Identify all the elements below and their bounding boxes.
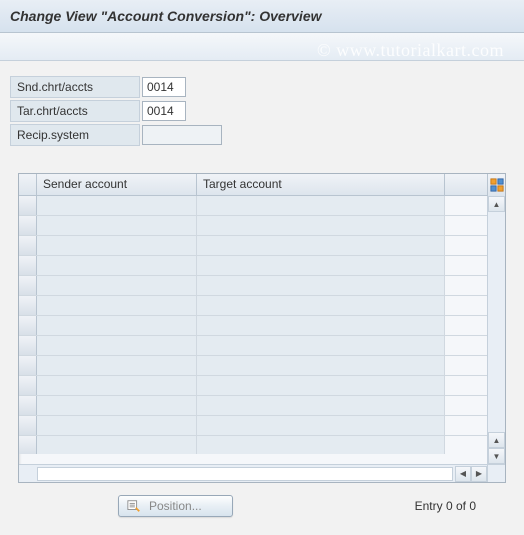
row-selector[interactable]: [19, 296, 37, 315]
scroll-up-button[interactable]: ▲: [488, 196, 505, 212]
cell-target[interactable]: [197, 216, 445, 235]
cell-target[interactable]: [197, 276, 445, 295]
horizontal-scrollbar[interactable]: ◀ ▶: [19, 464, 487, 482]
cell-sender[interactable]: [37, 396, 197, 415]
cell-sender[interactable]: [37, 276, 197, 295]
snd-chrt-input[interactable]: [142, 77, 186, 97]
table-config-button[interactable]: [487, 174, 505, 196]
position-button-label: Position...: [149, 499, 202, 513]
cell-target[interactable]: [197, 296, 445, 315]
cell-sender[interactable]: [37, 376, 197, 395]
cell-target[interactable]: [197, 376, 445, 395]
row-selector[interactable]: [19, 216, 37, 235]
cell-sender[interactable]: [37, 436, 197, 454]
toolbar-strip: [0, 33, 524, 61]
form-row-tar: Tar.chrt/accts: [10, 100, 514, 122]
col-header-sender[interactable]: Sender account: [37, 174, 197, 195]
cell-target[interactable]: [197, 256, 445, 275]
recip-system-label: Recip.system: [10, 124, 140, 146]
row-selector[interactable]: [19, 416, 37, 435]
cell-target[interactable]: [197, 436, 445, 454]
cell-target[interactable]: [197, 416, 445, 435]
row-selector-header[interactable]: [19, 174, 37, 195]
cell-sender[interactable]: [37, 216, 197, 235]
form-area: Snd.chrt/accts Tar.chrt/accts Recip.syst…: [0, 61, 524, 163]
table-row: [19, 316, 505, 336]
row-selector[interactable]: [19, 236, 37, 255]
position-button[interactable]: Position...: [118, 495, 233, 517]
hscroll-track[interactable]: [37, 467, 453, 481]
table-row: [19, 436, 505, 454]
position-icon: [127, 499, 141, 513]
row-selector[interactable]: [19, 276, 37, 295]
table-config-icon: [490, 178, 504, 192]
table-row: [19, 416, 505, 436]
scroll-right-button[interactable]: ▶: [471, 466, 487, 482]
scroll-left-button[interactable]: ◀: [455, 466, 471, 482]
cell-sender[interactable]: [37, 336, 197, 355]
table-row: [19, 256, 505, 276]
table-row: [19, 216, 505, 236]
tar-chrt-label: Tar.chrt/accts: [10, 100, 140, 122]
recip-system-input[interactable]: [142, 125, 222, 145]
scroll-corner: [487, 464, 505, 482]
cell-target[interactable]: [197, 316, 445, 335]
window-title: Change View "Account Conversion": Overvi…: [0, 0, 524, 33]
table-header-row: Sender account Target account: [19, 174, 505, 196]
col-header-target[interactable]: Target account: [197, 174, 445, 195]
table-row: [19, 276, 505, 296]
row-selector[interactable]: [19, 256, 37, 275]
cell-sender[interactable]: [37, 416, 197, 435]
tar-chrt-input[interactable]: [142, 101, 186, 121]
row-selector[interactable]: [19, 376, 37, 395]
cell-target[interactable]: [197, 196, 445, 215]
row-selector[interactable]: [19, 336, 37, 355]
cell-sender[interactable]: [37, 296, 197, 315]
table-row: [19, 296, 505, 316]
table-body: [19, 196, 505, 454]
row-selector[interactable]: [19, 316, 37, 335]
cell-sender[interactable]: [37, 256, 197, 275]
row-selector[interactable]: [19, 436, 37, 454]
cell-target[interactable]: [197, 356, 445, 375]
cell-target[interactable]: [197, 396, 445, 415]
cell-target[interactable]: [197, 236, 445, 255]
cell-sender[interactable]: [37, 356, 197, 375]
table-row: [19, 376, 505, 396]
table-row: [19, 196, 505, 216]
scroll-down-fast-button[interactable]: ▲: [488, 432, 505, 448]
cell-sender[interactable]: [37, 196, 197, 215]
snd-chrt-label: Snd.chrt/accts: [10, 76, 140, 98]
table-row: [19, 336, 505, 356]
vertical-scrollbar[interactable]: ▲ ▲ ▼: [487, 196, 505, 464]
entry-count-text: Entry 0 of 0: [415, 499, 476, 513]
table-row: [19, 236, 505, 256]
table-row: [19, 356, 505, 376]
table-row: [19, 396, 505, 416]
form-row-snd: Snd.chrt/accts: [10, 76, 514, 98]
cell-target[interactable]: [197, 336, 445, 355]
data-table: Sender account Target account ▲ ▲ ▼ ◀ ▶: [18, 173, 506, 483]
row-selector[interactable]: [19, 196, 37, 215]
row-selector[interactable]: [19, 356, 37, 375]
form-row-recip: Recip.system: [10, 124, 514, 146]
scroll-down-button[interactable]: ▼: [488, 448, 505, 464]
footer-row: Position... Entry 0 of 0: [0, 483, 524, 529]
cell-sender[interactable]: [37, 236, 197, 255]
cell-sender[interactable]: [37, 316, 197, 335]
row-selector[interactable]: [19, 396, 37, 415]
